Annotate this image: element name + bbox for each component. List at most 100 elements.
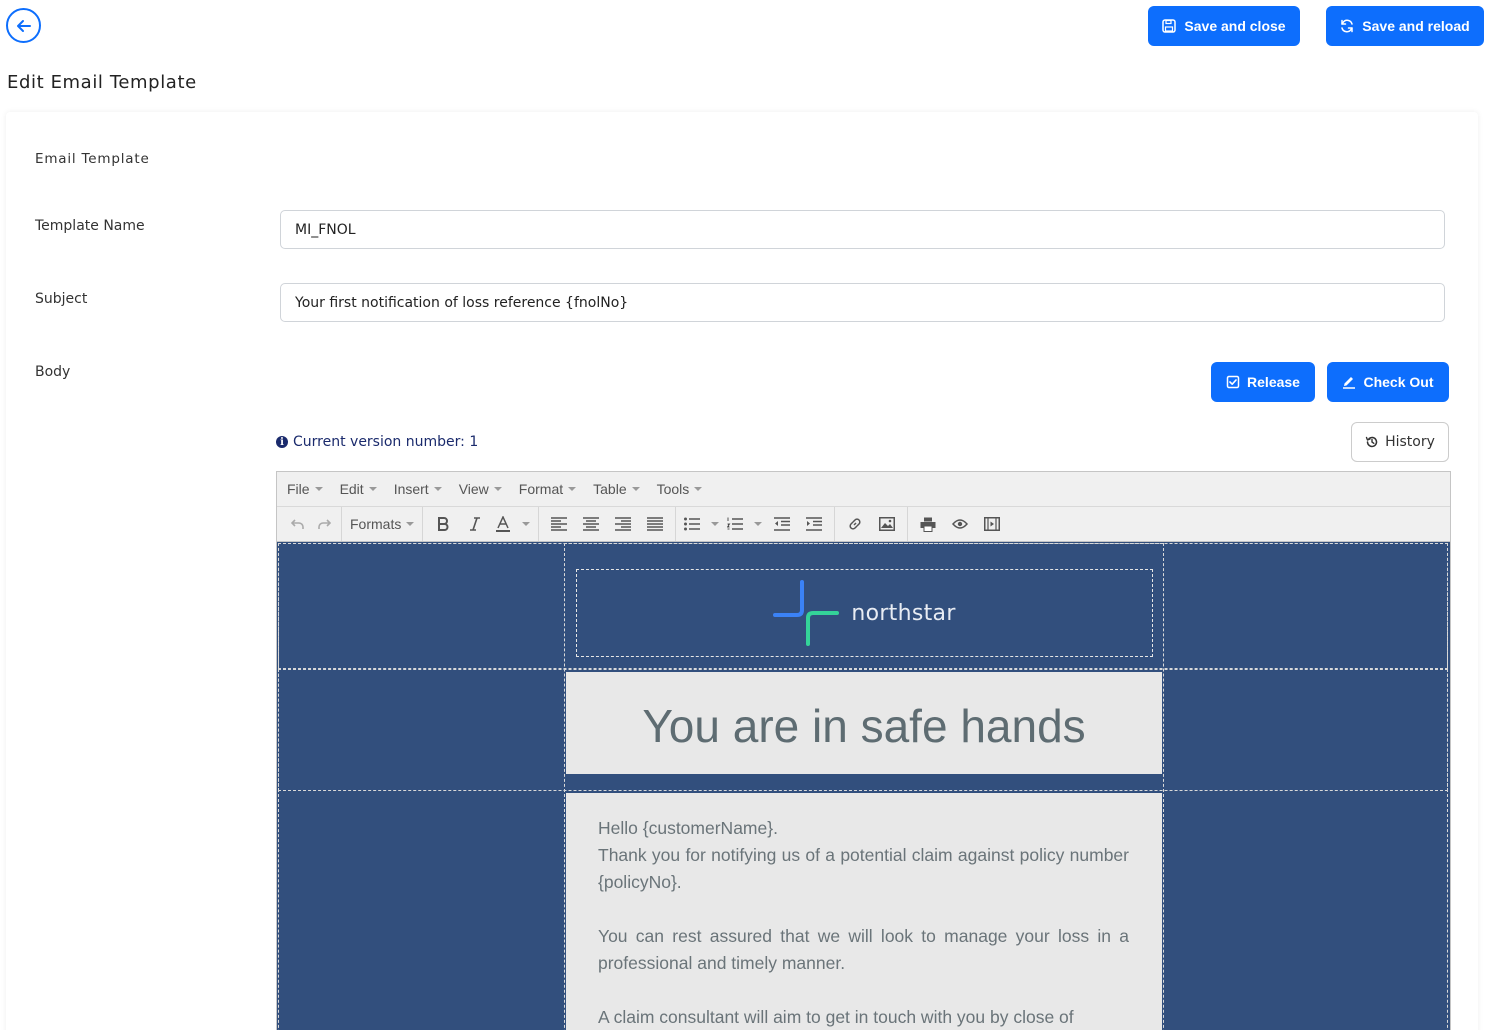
caret-down-icon bbox=[522, 522, 531, 526]
bold-icon bbox=[438, 517, 449, 531]
arrow-left-icon bbox=[16, 19, 31, 32]
hero-title: You are in safe hands bbox=[642, 700, 1086, 752]
body-paragraph: Hello {customerName}. Thank you for notif… bbox=[598, 818, 1129, 892]
image-icon bbox=[879, 517, 896, 531]
align-left-button[interactable] bbox=[543, 511, 575, 537]
caret-down-icon bbox=[368, 487, 377, 491]
menu-insert[interactable]: Insert bbox=[388, 481, 448, 497]
history-button[interactable]: History bbox=[1351, 422, 1449, 462]
bold-button[interactable] bbox=[427, 511, 459, 537]
caret-down-icon bbox=[711, 522, 720, 526]
menu-file[interactable]: File bbox=[281, 481, 329, 497]
link-icon bbox=[849, 518, 861, 530]
redo-icon bbox=[318, 519, 331, 529]
edit-pen-icon bbox=[1343, 377, 1356, 389]
subject-value: Your first notification of loss referenc… bbox=[295, 294, 629, 311]
redo-button[interactable] bbox=[311, 511, 337, 537]
outdent-button[interactable] bbox=[766, 511, 798, 537]
page: Save and close Save and reload Edit Emai… bbox=[0, 0, 1493, 1030]
history-group bbox=[281, 507, 342, 541]
current-version: i Current version number: 1 bbox=[276, 434, 478, 450]
body-paragraph: A claim consultant will aim to get in to… bbox=[598, 1007, 1074, 1027]
template-name-input[interactable]: MI_FNOL bbox=[280, 210, 1445, 249]
caret-down-icon bbox=[631, 487, 640, 491]
italic-button[interactable] bbox=[459, 511, 491, 537]
align-justify-button[interactable] bbox=[639, 511, 671, 537]
caret-down-icon bbox=[433, 487, 442, 491]
page-title: Edit Email Template bbox=[7, 72, 197, 93]
outdent-icon bbox=[774, 517, 791, 531]
logo-text: northstar bbox=[851, 600, 956, 626]
editor-toolbar: Formats bbox=[277, 507, 1450, 542]
italic-icon bbox=[470, 517, 481, 531]
caret-down-icon bbox=[754, 522, 763, 526]
align-center-icon bbox=[583, 517, 600, 531]
floppy-disk-icon bbox=[1162, 19, 1177, 33]
history-icon bbox=[1365, 436, 1378, 448]
save-and-reload-label: Save and reload bbox=[1362, 18, 1470, 34]
save-and-close-button[interactable]: Save and close bbox=[1148, 6, 1300, 46]
menu-tools[interactable]: Tools bbox=[651, 481, 709, 497]
info-icon: i bbox=[276, 436, 288, 448]
body-paragraph: You can rest assured that we will look t… bbox=[598, 926, 1129, 973]
image-button[interactable] bbox=[871, 511, 903, 537]
logo-cell: northstar bbox=[576, 569, 1153, 657]
release-label: Release bbox=[1247, 374, 1300, 390]
menu-edit[interactable]: Edit bbox=[334, 481, 383, 497]
northstar-logo-icon bbox=[773, 580, 840, 646]
align-left-icon bbox=[551, 517, 568, 531]
menu-view[interactable]: View bbox=[453, 481, 508, 497]
caret-down-icon bbox=[406, 522, 415, 526]
text-color-button[interactable] bbox=[491, 511, 534, 537]
menu-format[interactable]: Format bbox=[513, 481, 582, 497]
indent-button[interactable] bbox=[798, 511, 830, 537]
caret-down-icon bbox=[314, 487, 323, 491]
numbered-list-icon bbox=[727, 517, 744, 530]
tools-group bbox=[908, 507, 1012, 541]
menu-table[interactable]: Table bbox=[587, 481, 645, 497]
align-justify-icon bbox=[647, 517, 664, 531]
refresh-icon bbox=[1341, 19, 1354, 33]
align-right-button[interactable] bbox=[607, 511, 639, 537]
indent-icon bbox=[806, 517, 823, 531]
editor-menubar: File Edit Insert View Format Table Tools bbox=[277, 472, 1450, 507]
formats-group: Formats bbox=[342, 507, 424, 541]
undo-button[interactable] bbox=[285, 511, 311, 537]
print-button[interactable] bbox=[912, 511, 944, 537]
subject-label: Subject bbox=[35, 291, 88, 307]
formats-dropdown[interactable]: Formats bbox=[346, 516, 418, 532]
hero-cell: You are in safe hands bbox=[566, 672, 1162, 774]
caret-down-icon bbox=[493, 487, 502, 491]
numbered-list-button[interactable] bbox=[723, 511, 766, 537]
media-button[interactable] bbox=[976, 511, 1008, 537]
alignment-group bbox=[539, 507, 677, 541]
rich-text-editor: File Edit Insert View Format Table Tools… bbox=[276, 471, 1451, 1030]
subject-input[interactable]: Your first notification of loss referenc… bbox=[280, 283, 1445, 322]
save-and-close-label: Save and close bbox=[1184, 18, 1286, 34]
caret-down-icon bbox=[568, 487, 577, 491]
email-content-area[interactable]: northstar You are in safe hands Hello {c… bbox=[277, 542, 1450, 1030]
align-right-icon bbox=[615, 517, 632, 531]
current-version-text: Current version number: 1 bbox=[293, 434, 479, 450]
insert-group bbox=[835, 507, 909, 541]
check-square-icon bbox=[1226, 375, 1240, 389]
caret-down-icon bbox=[694, 487, 703, 491]
bullet-list-button[interactable] bbox=[680, 511, 723, 537]
message-cell: Hello {customerName}. Thank you for notif… bbox=[566, 793, 1162, 1030]
link-button[interactable] bbox=[839, 511, 871, 537]
preview-button[interactable] bbox=[944, 511, 976, 537]
template-name-value: MI_FNOL bbox=[295, 221, 356, 238]
check-out-button[interactable]: Check Out bbox=[1327, 362, 1449, 402]
save-and-reload-button[interactable]: Save and reload bbox=[1326, 6, 1484, 46]
body-label: Body bbox=[35, 364, 71, 380]
history-label: History bbox=[1385, 434, 1435, 450]
template-name-label: Template Name bbox=[35, 218, 145, 234]
print-icon bbox=[920, 517, 936, 532]
release-button[interactable]: Release bbox=[1211, 362, 1315, 402]
back-button[interactable] bbox=[6, 8, 41, 43]
align-center-button[interactable] bbox=[575, 511, 607, 537]
media-icon bbox=[984, 517, 1001, 531]
list-group bbox=[676, 507, 836, 541]
section-title: Email Template bbox=[35, 151, 150, 167]
text-style-group bbox=[423, 507, 540, 541]
